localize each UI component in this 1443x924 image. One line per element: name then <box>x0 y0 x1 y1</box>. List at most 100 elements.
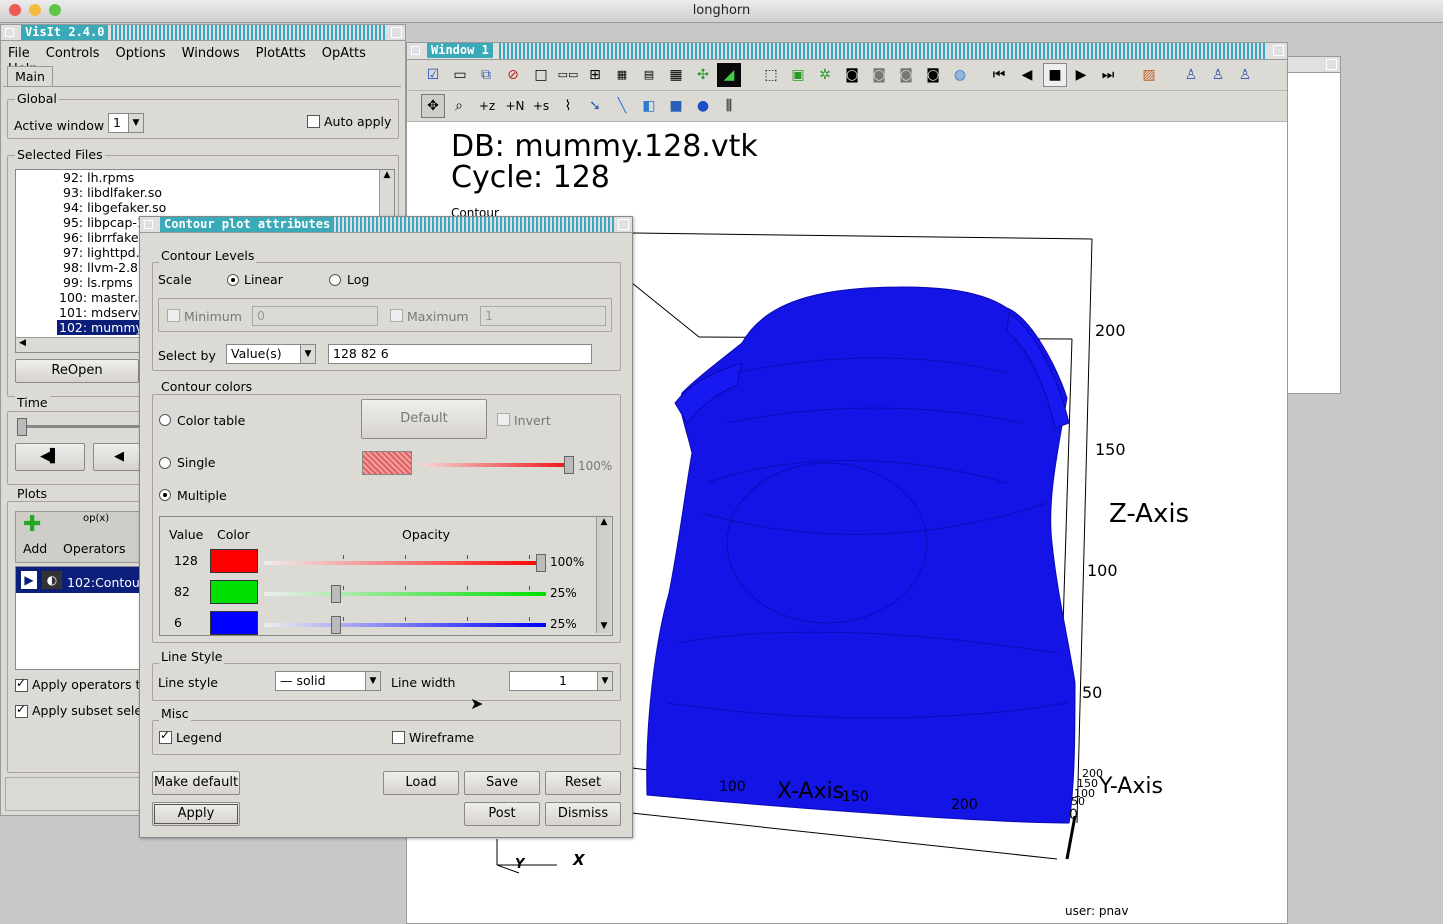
time-slider[interactable] <box>17 418 147 436</box>
dismiss-button[interactable]: Dismiss <box>545 802 621 826</box>
prev-frame-button[interactable]: ◀▌ <box>15 443 85 471</box>
camera-icon[interactable]: ◙ <box>840 63 864 87</box>
dialog-titlebar[interactable]: Contour plot attributes <box>140 217 632 233</box>
box-tool-icon[interactable]: ■ <box>664 94 688 118</box>
layout-1x2-icon[interactable]: ▭▭ <box>556 63 580 87</box>
menu-windows[interactable]: Windows <box>182 46 240 61</box>
layout-3x3-icon[interactable]: ▤ <box>637 63 661 87</box>
scroll-up-icon[interactable]: ▲ <box>597 517 611 527</box>
single-color-swatch[interactable] <box>362 451 412 475</box>
menu-plotatts[interactable]: PlotAtts <box>256 46 306 61</box>
color-grid-scrollbar[interactable]: ▲ ▼ <box>596 517 611 633</box>
minimum-checkbox[interactable] <box>167 309 180 322</box>
scroll-up-icon[interactable]: ▲ <box>380 170 394 180</box>
scroll-down-icon[interactable]: ▼ <box>597 621 611 631</box>
layout-1x1-icon[interactable]: □ <box>529 63 553 87</box>
file-item[interactable]: 92: lh.rpms <box>63 170 134 185</box>
axis-tool-icon[interactable]: ⫼ <box>717 94 741 118</box>
globe-icon[interactable]: ◍ <box>948 63 972 87</box>
maximum-checkbox[interactable] <box>390 309 403 322</box>
legend-checkbox[interactable] <box>159 728 172 744</box>
log-radio[interactable] <box>329 274 341 286</box>
invert-checkbox[interactable] <box>497 413 510 426</box>
post-button[interactable]: Post <box>464 802 540 826</box>
zoom-tool-icon[interactable]: ⌕ <box>447 94 471 118</box>
viz-window-titlebar[interactable]: Window 1 <box>407 43 1287 60</box>
visibility-icon[interactable]: ◐ <box>42 571 62 589</box>
layout-4x4-icon[interactable]: ▦ <box>664 63 688 87</box>
time-slider-thumb[interactable] <box>17 418 27 436</box>
file-item[interactable]: 95: libpcap-1 <box>63 215 145 230</box>
color-table-radio[interactable] <box>159 414 171 426</box>
active-window-select[interactable]: 1 ▼ <box>108 113 144 133</box>
line-width-combo[interactable]: 1 ▼ <box>509 671 613 691</box>
values-field[interactable]: 128 82 6 <box>328 344 592 364</box>
linear-radio[interactable] <box>227 274 239 286</box>
sphere-tool-icon[interactable]: ● <box>691 94 715 118</box>
spin-mode-icon[interactable]: ◢ <box>717 63 741 87</box>
contour-opacity-thumb[interactable] <box>536 554 546 572</box>
play-icon[interactable]: ▶ <box>1069 63 1093 87</box>
menu-options[interactable]: Options <box>116 46 166 61</box>
new-window-icon[interactable]: ▭ <box>448 63 472 87</box>
pick-person-3-icon[interactable]: ♙ <box>1233 63 1257 87</box>
single-opacity-slider[interactable] <box>422 456 574 474</box>
stop-icon[interactable]: ■ <box>1043 63 1067 87</box>
file-item[interactable]: 99: ls.rpms <box>63 275 133 290</box>
menu-opatts[interactable]: OpAtts <box>322 46 366 61</box>
contour-opacity-slider[interactable] <box>264 554 546 572</box>
prev-frame-icon[interactable]: ◀ <box>1015 63 1039 87</box>
animation-icon[interactable]: ✲ <box>813 63 837 87</box>
operators-button[interactable]: Operators <box>63 541 125 556</box>
delete-window-icon[interactable]: ⊘ <box>501 63 525 87</box>
auto-apply-checkbox[interactable] <box>307 115 320 128</box>
minimum-field[interactable]: 0 <box>252 306 378 326</box>
file-item[interactable]: 96: librrfaker <box>63 230 144 245</box>
checkbox-tool-icon[interactable]: ☑ <box>421 63 445 87</box>
camera-4-icon[interactable]: ◙ <box>921 63 945 87</box>
expand-icon[interactable]: ▶ <box>21 571 37 589</box>
layout-2x3-icon[interactable]: ▦ <box>610 63 634 87</box>
curve-icon[interactable]: ⌇ <box>556 94 580 118</box>
pick-person-icon[interactable]: ♙ <box>1179 63 1203 87</box>
contour-opacity-thumb[interactable] <box>330 616 341 634</box>
camera-3-icon[interactable]: ◙ <box>894 63 918 87</box>
menu-file[interactable]: File <box>8 46 30 61</box>
reverse-play-button[interactable]: ◀ <box>93 443 145 471</box>
add-button[interactable]: Add <box>23 541 47 556</box>
contour-color-swatch[interactable] <box>210 611 258 635</box>
spreadsheet-pick-icon[interactable]: +s <box>529 94 553 118</box>
apply-subset-checkbox[interactable] <box>15 702 28 718</box>
main-window-titlebar[interactable]: VisIt 2.4.0 <box>1 25 405 41</box>
menu-controls[interactable]: Controls <box>46 46 100 61</box>
make-default-button[interactable]: Make default <box>152 771 240 795</box>
single-opacity-thumb[interactable] <box>564 456 574 474</box>
line-tool-icon[interactable]: ╲ <box>610 94 634 118</box>
apply-operators-checkbox[interactable] <box>15 676 28 692</box>
pick-person-2-icon[interactable]: ♙ <box>1206 63 1230 87</box>
point-tool-icon[interactable]: ➘ <box>583 94 607 118</box>
copy-window-icon[interactable]: ⧉ <box>474 63 498 87</box>
reopen-button[interactable]: ReOpen <box>15 359 139 383</box>
maximum-field[interactable]: 1 <box>480 306 606 326</box>
contour-color-swatch[interactable] <box>210 549 258 573</box>
first-frame-icon[interactable]: ⏮ <box>987 63 1011 87</box>
contour-color-swatch[interactable] <box>210 580 258 604</box>
layout-2x2-icon[interactable]: ⊞ <box>583 63 607 87</box>
contour-opacity-thumb[interactable] <box>330 585 341 603</box>
file-item[interactable]: 98: llvm-2.8.t <box>63 260 147 275</box>
file-item[interactable]: 94: libgefaker.so <box>63 200 166 215</box>
plane-tool-icon[interactable]: ◧ <box>637 94 661 118</box>
line-style-combo[interactable]: — solid ▼ <box>275 671 381 691</box>
default-colortable-button[interactable]: Default <box>361 399 487 439</box>
image-icon[interactable]: ▨ <box>1137 63 1161 87</box>
file-item[interactable]: 100: master.s <box>59 290 144 305</box>
load-button[interactable]: Load <box>383 771 459 795</box>
select-by-combo[interactable]: Value(s) ▼ <box>226 344 316 364</box>
last-frame-icon[interactable]: ⏭ <box>1096 63 1120 87</box>
navigate-icon[interactable]: ✥ <box>421 94 445 118</box>
contour-opacity-slider[interactable] <box>264 616 546 634</box>
film-icon[interactable]: ▣ <box>786 63 810 87</box>
apply-button[interactable]: Apply <box>152 802 240 826</box>
single-radio[interactable] <box>159 457 171 469</box>
